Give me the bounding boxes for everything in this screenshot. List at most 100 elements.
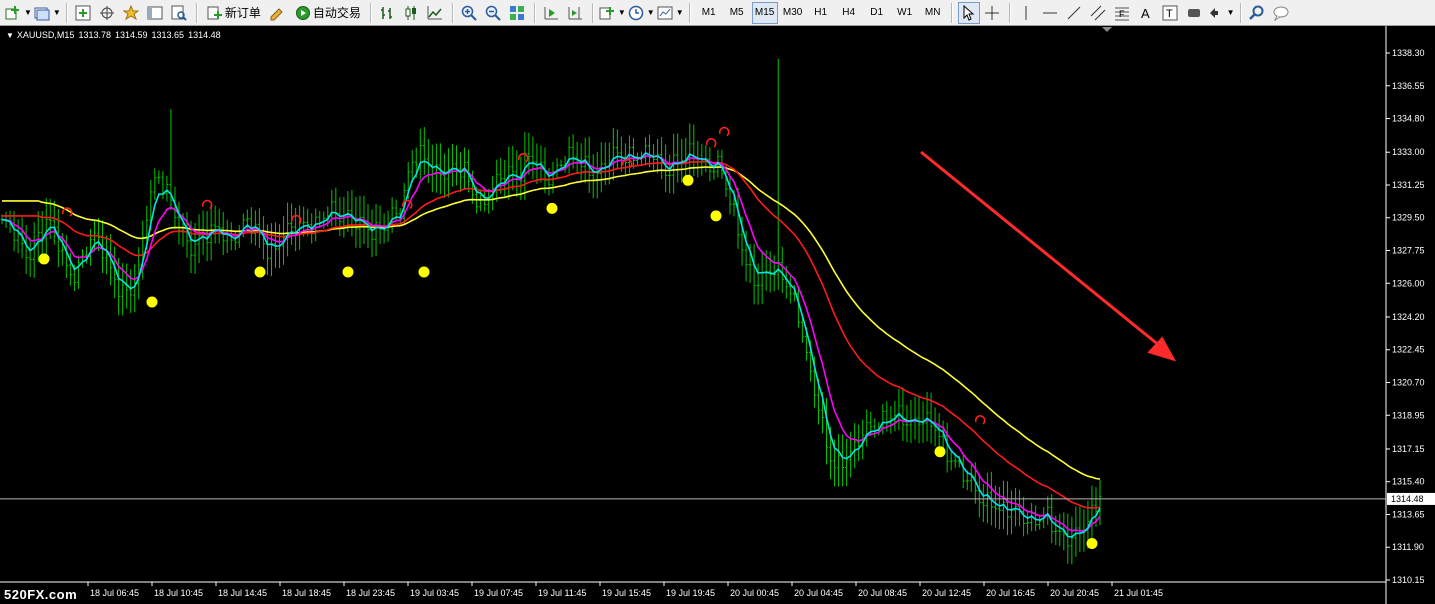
search-button[interactable] bbox=[1247, 2, 1269, 24]
horizontal-line-icon bbox=[1042, 5, 1058, 21]
label-box-icon bbox=[1186, 5, 1202, 21]
navigator-button[interactable] bbox=[121, 2, 143, 24]
arrows-icon bbox=[1208, 5, 1224, 21]
magnifier-doc-icon bbox=[171, 5, 187, 21]
template-icon bbox=[657, 5, 673, 21]
line-chart-button[interactable] bbox=[425, 2, 447, 24]
horizontal-line-button[interactable] bbox=[1040, 2, 1062, 24]
strategy-tester-button[interactable] bbox=[169, 2, 191, 24]
data-window-button[interactable] bbox=[97, 2, 119, 24]
timeframe-m5-button[interactable]: M5 bbox=[724, 2, 750, 24]
vertical-line-icon bbox=[1018, 5, 1034, 21]
separator bbox=[950, 2, 953, 23]
chart-shift-icon bbox=[567, 5, 583, 21]
clock-icon bbox=[628, 5, 644, 21]
indicators-icon bbox=[599, 5, 615, 21]
price-chart[interactable]: 1338.30 1336.55 1334.80 1333.00 1331.25 1329.… bbox=[0, 26, 1435, 604]
auto-trading-icon bbox=[295, 5, 311, 21]
profiles-button[interactable]: ▼ bbox=[34, 2, 61, 24]
channel-icon bbox=[1090, 5, 1106, 21]
timeframe-mn-button[interactable]: MN bbox=[920, 2, 946, 24]
new-order-icon bbox=[207, 5, 223, 21]
new-order-label: 新订单 bbox=[224, 6, 261, 20]
text-tool-button[interactable]: A bbox=[1136, 2, 1158, 24]
arrows-button[interactable]: ▼ bbox=[1208, 2, 1235, 24]
line-chart-icon bbox=[427, 5, 443, 21]
signal-dot bbox=[342, 266, 354, 278]
timeframe-m30-button[interactable]: M30 bbox=[780, 2, 806, 24]
chart-shift-marker bbox=[1102, 27, 1112, 32]
chart-low: 1313.65 bbox=[151, 30, 185, 40]
metaeditor-button[interactable] bbox=[267, 2, 289, 24]
rectangle-label-button[interactable] bbox=[1184, 2, 1206, 24]
chart-shift-button[interactable] bbox=[565, 2, 587, 24]
signal-ring bbox=[718, 126, 730, 137]
vertical-line-button[interactable] bbox=[1016, 2, 1038, 24]
templates-button[interactable]: ▼ bbox=[657, 2, 684, 24]
timeframe-w1-button[interactable]: W1 bbox=[892, 2, 918, 24]
zoom-out-icon bbox=[485, 5, 501, 21]
tile-windows-button[interactable] bbox=[507, 2, 529, 24]
signal-ring bbox=[621, 158, 633, 169]
new-order-button[interactable]: 新订单 bbox=[203, 2, 265, 24]
watermark-logo: 520FX.com bbox=[4, 587, 78, 602]
price-tick-label: 1334.80 bbox=[1392, 114, 1425, 124]
svg-text:F: F bbox=[1119, 9, 1125, 19]
auto-scroll-button[interactable] bbox=[541, 2, 563, 24]
separator bbox=[1239, 2, 1242, 23]
time-tick-label: 20 Jul 16:45 bbox=[986, 588, 1035, 598]
signal-ring bbox=[201, 199, 213, 210]
periods-button[interactable]: ▼ bbox=[628, 2, 655, 24]
chart-canvas[interactable]: 1338.30 1336.55 1334.80 1333.00 1331.25 1329.… bbox=[0, 26, 1435, 604]
chat-bubble-icon bbox=[1273, 5, 1289, 21]
cursor-tool-button[interactable] bbox=[957, 1, 980, 24]
time-tick-label: 20 Jul 00:45 bbox=[730, 588, 779, 598]
price-tick-label: 1320.70 bbox=[1392, 377, 1425, 387]
trendline-button[interactable] bbox=[1064, 2, 1086, 24]
timeframe-m15-button[interactable]: M15 bbox=[751, 1, 778, 24]
chat-button[interactable] bbox=[1271, 2, 1293, 24]
time-tick-label: 19 Jul 15:45 bbox=[602, 588, 651, 598]
new-chart-button[interactable]: ▼ bbox=[5, 2, 32, 24]
terminal-button[interactable] bbox=[145, 2, 167, 24]
indicators-button[interactable]: ▼ bbox=[599, 2, 626, 24]
signal-dot bbox=[254, 266, 266, 278]
time-tick-label: 18 Jul 10:45 bbox=[154, 588, 203, 598]
equidistant-channel-button[interactable] bbox=[1088, 2, 1110, 24]
timeframe-group: M1 M5 M15 M30 H1 H4 D1 W1 MN bbox=[695, 1, 947, 24]
time-tick-label: 18 Jul 06:45 bbox=[90, 588, 139, 598]
text-label-icon: T bbox=[1162, 5, 1178, 21]
separator bbox=[451, 2, 454, 23]
auto-trading-button[interactable]: 自动交易 bbox=[291, 2, 365, 24]
timeframe-m1-button[interactable]: M1 bbox=[696, 2, 722, 24]
new-chart-icon bbox=[5, 5, 21, 21]
signal-dot bbox=[1086, 537, 1098, 549]
chart-open: 1313.78 bbox=[78, 30, 111, 40]
timeframe-h4-button[interactable]: H4 bbox=[836, 2, 862, 24]
signal-ring bbox=[517, 153, 529, 163]
timeframe-h1-button[interactable]: H1 bbox=[808, 2, 834, 24]
trendline-icon bbox=[1066, 5, 1082, 21]
price-tick-label: 1317.15 bbox=[1392, 444, 1425, 454]
zoom-in-button[interactable] bbox=[459, 2, 481, 24]
price-tick-label: 1329.50 bbox=[1392, 213, 1425, 223]
price-tick-label: 1315.40 bbox=[1392, 477, 1425, 487]
price-tick-label: 1338.30 bbox=[1392, 48, 1425, 58]
crosshair-tool-button[interactable] bbox=[982, 2, 1004, 24]
candlestick-button[interactable] bbox=[401, 2, 423, 24]
time-tick-label: 18 Jul 23:45 bbox=[346, 588, 395, 598]
fibonacci-button[interactable]: F bbox=[1112, 2, 1134, 24]
bar-chart-button[interactable] bbox=[377, 2, 399, 24]
text-label-button[interactable]: T bbox=[1160, 2, 1182, 24]
price-tick-label: 1336.55 bbox=[1392, 81, 1425, 91]
price-tick-label: 1324.20 bbox=[1392, 312, 1425, 322]
market-watch-button[interactable] bbox=[73, 2, 95, 24]
price-tick-label: 1322.45 bbox=[1392, 345, 1425, 355]
zoom-out-button[interactable] bbox=[483, 2, 505, 24]
candlestick-icon bbox=[403, 5, 419, 21]
time-tick-label: 19 Jul 03:45 bbox=[410, 588, 459, 598]
time-tick-label: 20 Jul 20:45 bbox=[1050, 588, 1099, 598]
main-toolbar: ▼ ▼ 新订单 自动交易 ▼ ▼ ▼ M1 M5 M15 M30 H1 H4 D… bbox=[0, 0, 1435, 26]
timeframe-d1-button[interactable]: D1 bbox=[864, 2, 890, 24]
chart-header: ▼ XAUUSD,M15 1313.78 1314.59 1313.65 1314.48 bbox=[6, 30, 225, 40]
